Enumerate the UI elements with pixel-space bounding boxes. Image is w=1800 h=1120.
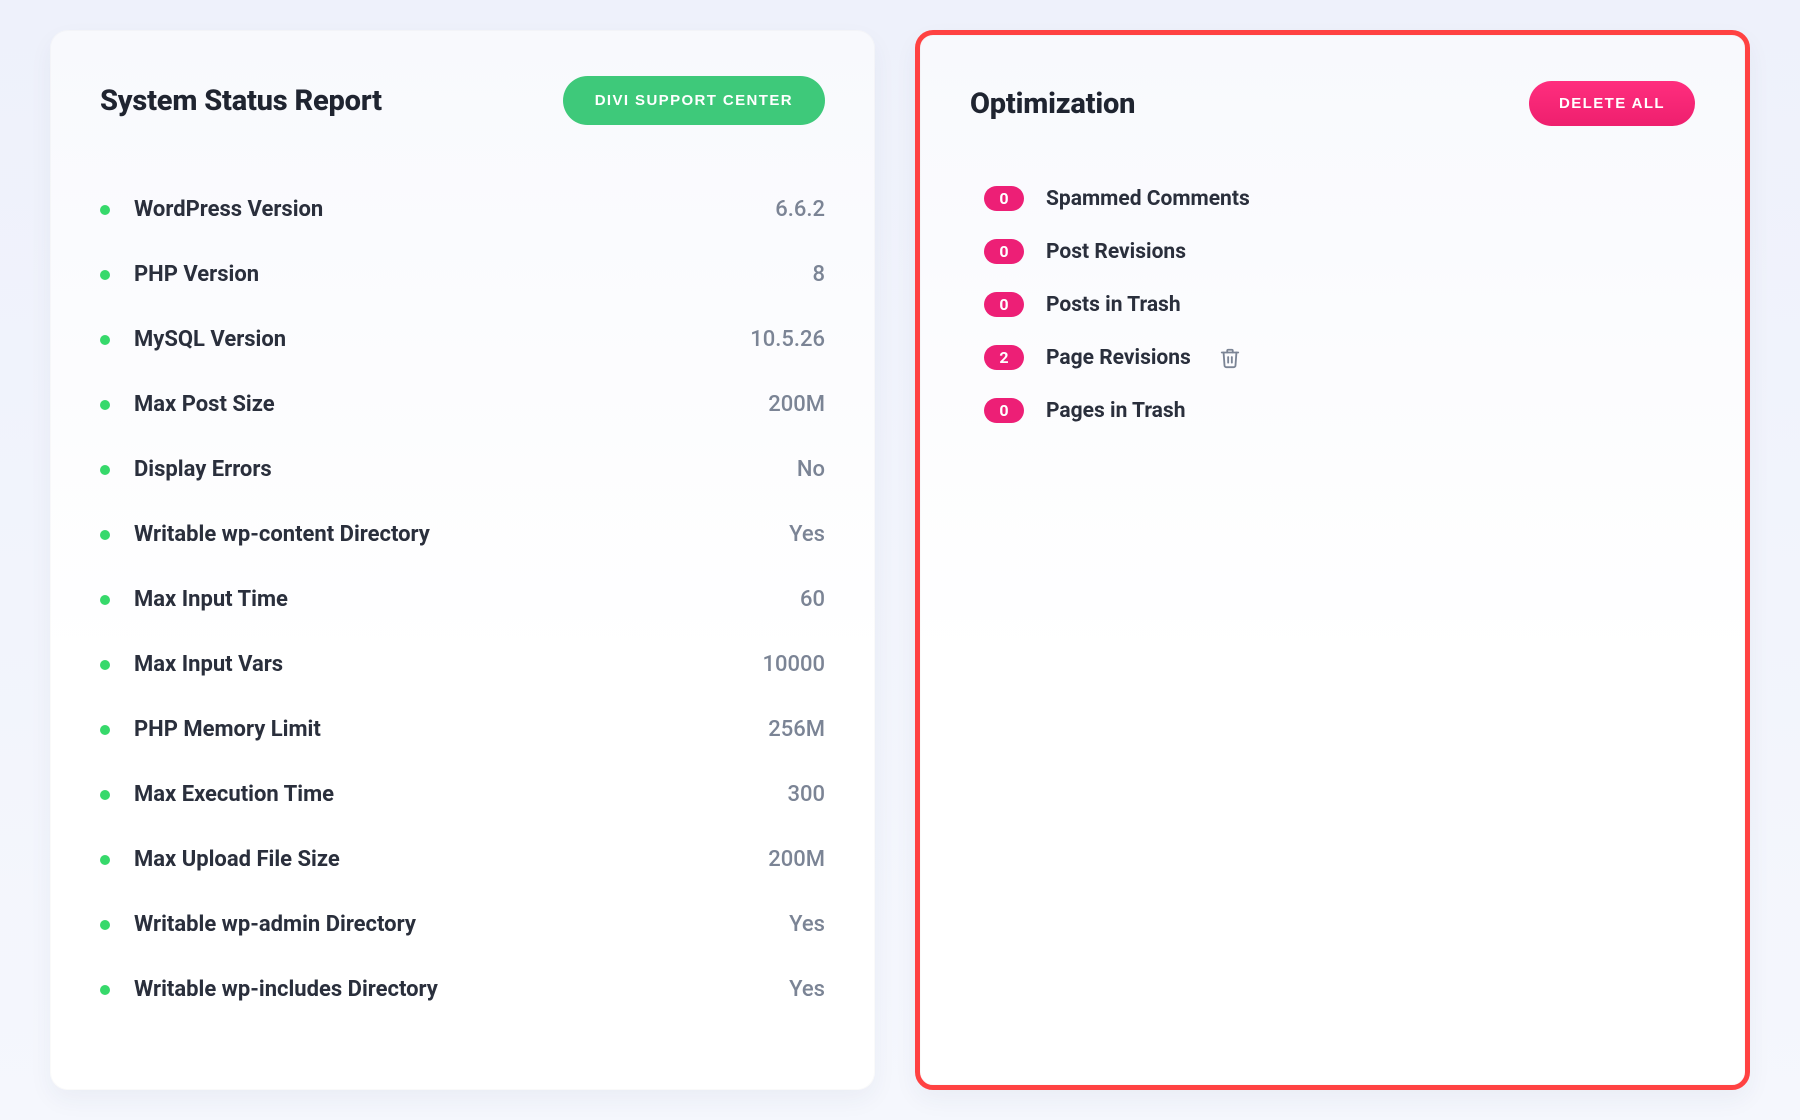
divi-support-center-button[interactable]: DIVI SUPPORT CENTER (563, 76, 825, 125)
status-row-left: Max Upload File Size (100, 847, 340, 872)
status-value: 10.5.26 (750, 327, 825, 352)
status-row: Max Input Vars 10000 (100, 640, 825, 689)
status-row: Writable wp-includes Directory Yes (100, 965, 825, 1014)
status-row-left: Display Errors (100, 457, 272, 482)
status-row-left: PHP Version (100, 262, 259, 287)
status-label: Writable wp-content Directory (134, 522, 430, 547)
status-bullet-icon (100, 725, 110, 735)
status-row: Max Input Time 60 (100, 575, 825, 624)
system-status-title: System Status Report (100, 84, 382, 118)
optimization-label: Posts in Trash (1046, 293, 1181, 317)
optimization-label: Pages in Trash (1046, 399, 1185, 423)
status-row-left: Writable wp-includes Directory (100, 977, 438, 1002)
status-bullet-icon (100, 335, 110, 345)
status-label: Writable wp-includes Directory (134, 977, 438, 1002)
status-label: PHP Version (134, 262, 259, 287)
optimization-label: Spammed Comments (1046, 187, 1250, 211)
status-value: 6.6.2 (775, 197, 825, 222)
optimization-header: Optimization DELETE ALL (970, 81, 1695, 126)
status-row-left: Max Post Size (100, 392, 275, 417)
status-row-left: Max Execution Time (100, 782, 334, 807)
system-status-list: WordPress Version 6.6.2 PHP Version 8 MySQL … (100, 185, 825, 1014)
status-label: MySQL Version (134, 327, 286, 352)
optimization-count-badge: 2 (984, 345, 1024, 370)
status-row-left: WordPress Version (100, 197, 323, 222)
status-value: 10000 (762, 652, 825, 677)
optimization-count-badge: 0 (984, 239, 1024, 264)
status-row-left: Writable wp-content Directory (100, 522, 430, 547)
status-label: Max Execution Time (134, 782, 334, 807)
status-label: WordPress Version (134, 197, 323, 222)
status-label: Max Post Size (134, 392, 275, 417)
status-value: 60 (800, 587, 825, 612)
status-bullet-icon (100, 595, 110, 605)
status-row: Max Upload File Size 200M (100, 835, 825, 884)
optimization-label: Page Revisions (1046, 346, 1191, 370)
status-label: Writable wp-admin Directory (134, 912, 416, 937)
optimization-row: 0 Spammed Comments (984, 186, 1695, 211)
status-value: 300 (787, 782, 825, 807)
status-row-left: PHP Memory Limit (100, 717, 321, 742)
status-value: Yes (789, 522, 825, 547)
status-bullet-icon (100, 790, 110, 800)
status-row: Max Post Size 200M (100, 380, 825, 429)
status-value: Yes (789, 977, 825, 1002)
optimization-row: 0 Pages in Trash (984, 398, 1695, 423)
optimization-row: 0 Posts in Trash (984, 292, 1695, 317)
system-status-header: System Status Report DIVI SUPPORT CENTER (100, 76, 825, 125)
status-value: 256M (768, 717, 825, 742)
optimization-row: 2 Page Revisions (984, 345, 1695, 370)
status-row: Writable wp-content Directory Yes (100, 510, 825, 559)
status-bullet-icon (100, 465, 110, 475)
status-bullet-icon (100, 920, 110, 930)
status-row-left: Max Input Time (100, 587, 288, 612)
status-value: 200M (768, 392, 825, 417)
status-row: Max Execution Time 300 (100, 770, 825, 819)
optimization-count-badge: 0 (984, 292, 1024, 317)
status-value: Yes (789, 912, 825, 937)
trash-icon[interactable] (1219, 346, 1241, 370)
status-bullet-icon (100, 855, 110, 865)
system-status-panel: System Status Report DIVI SUPPORT CENTER… (50, 30, 875, 1090)
optimization-title: Optimization (970, 87, 1135, 121)
status-bullet-icon (100, 985, 110, 995)
status-row: PHP Version 8 (100, 250, 825, 299)
status-value: 8 (812, 262, 825, 287)
delete-all-button[interactable]: DELETE ALL (1529, 81, 1695, 126)
optimization-count-badge: 0 (984, 186, 1024, 211)
status-value: 200M (768, 847, 825, 872)
optimization-list: 0 Spammed Comments 0 Post Revisions 0 Posts i… (970, 186, 1695, 423)
status-row: WordPress Version 6.6.2 (100, 185, 825, 234)
status-label: Max Upload File Size (134, 847, 340, 872)
status-label: Max Input Time (134, 587, 288, 612)
status-bullet-icon (100, 400, 110, 410)
status-bullet-icon (100, 660, 110, 670)
status-row-left: Max Input Vars (100, 652, 283, 677)
status-row-left: MySQL Version (100, 327, 286, 352)
status-row: PHP Memory Limit 256M (100, 705, 825, 754)
status-bullet-icon (100, 270, 110, 280)
status-bullet-icon (100, 530, 110, 540)
status-label: PHP Memory Limit (134, 717, 321, 742)
status-row: Writable wp-admin Directory Yes (100, 900, 825, 949)
status-bullet-icon (100, 205, 110, 215)
status-row: MySQL Version 10.5.26 (100, 315, 825, 364)
status-row-left: Writable wp-admin Directory (100, 912, 416, 937)
status-label: Max Input Vars (134, 652, 283, 677)
status-row: Display Errors No (100, 445, 825, 494)
status-label: Display Errors (134, 457, 272, 482)
optimization-panel: Optimization DELETE ALL 0 Spammed Comment… (915, 30, 1750, 1090)
optimization-row: 0 Post Revisions (984, 239, 1695, 264)
optimization-count-badge: 0 (984, 398, 1024, 423)
optimization-label: Post Revisions (1046, 240, 1186, 264)
status-value: No (797, 457, 825, 482)
